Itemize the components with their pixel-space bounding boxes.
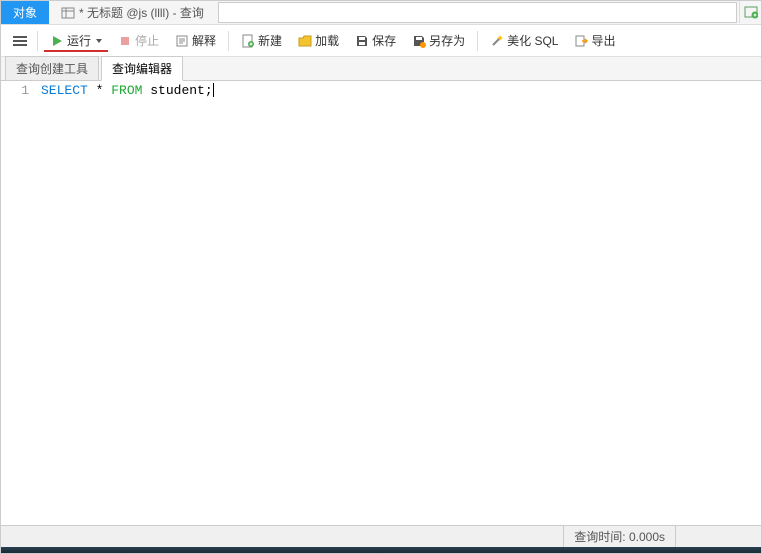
keyword-from: FROM <box>111 83 142 98</box>
new-button[interactable]: 新建 <box>235 29 288 52</box>
new-label: 新建 <box>258 32 282 49</box>
beautify-button[interactable]: 美化 SQL <box>484 29 564 52</box>
keyword-select: SELECT <box>41 83 88 98</box>
stop-label: 停止 <box>135 32 159 49</box>
search-area[interactable] <box>218 2 737 23</box>
text-cursor <box>213 83 214 97</box>
load-label: 加载 <box>315 32 339 49</box>
chevron-down-icon <box>96 39 102 43</box>
explain-icon <box>175 34 189 48</box>
tab-objects-label: 对象 <box>13 4 37 21</box>
code-area[interactable]: SELECT * FROM student; <box>37 81 761 525</box>
export-label: 导出 <box>591 32 615 49</box>
code-star: * <box>88 83 111 98</box>
tab-query-builder-label: 查询创建工具 <box>16 62 88 76</box>
status-query-time: 查询时间: 0.000s <box>563 526 675 547</box>
save-as-label: 另存为 <box>429 32 465 49</box>
window-frame-bottom <box>1 547 761 553</box>
separator <box>477 31 478 51</box>
tab-query-builder[interactable]: 查询创建工具 <box>5 56 99 80</box>
play-icon <box>50 34 64 48</box>
export-icon <box>574 34 588 48</box>
load-button[interactable]: 加载 <box>292 29 345 52</box>
run-button[interactable]: 运行 <box>44 29 108 52</box>
toolbar: 运行 停止 解释 新建 加载 保存 另存为 <box>1 25 761 57</box>
save-button[interactable]: 保存 <box>349 29 402 52</box>
status-query-time-label: 查询时间: 0.000s <box>574 528 665 545</box>
explain-button[interactable]: 解释 <box>169 29 222 52</box>
stop-button[interactable]: 停止 <box>112 29 165 52</box>
separator <box>228 31 229 51</box>
export-button[interactable]: 导出 <box>568 29 621 52</box>
tab-query-label: * 无标题 @js (llll) - 查询 <box>79 4 204 21</box>
menu-button[interactable] <box>9 32 31 50</box>
code-rest: student; <box>142 83 212 98</box>
new-icon <box>241 34 255 48</box>
tab-query-editor-label: 查询编辑器 <box>112 62 172 76</box>
line-gutter: 1 <box>1 81 37 525</box>
sql-editor[interactable]: 1 SELECT * FROM student; <box>1 81 761 525</box>
status-empty <box>675 526 755 547</box>
add-tab-button[interactable] <box>739 1 761 23</box>
wand-icon <box>490 34 504 48</box>
separator <box>37 31 38 51</box>
status-bar: 查询时间: 0.000s <box>1 525 761 547</box>
beautify-label: 美化 SQL <box>507 32 558 49</box>
save-icon <box>355 34 369 48</box>
folder-icon <box>298 34 312 48</box>
sub-tabs: 查询创建工具 查询编辑器 <box>1 57 761 81</box>
tab-query[interactable]: * 无标题 @js (llll) - 查询 <box>49 1 216 24</box>
run-label: 运行 <box>67 32 91 49</box>
tab-objects[interactable]: 对象 <box>1 1 49 24</box>
line-number: 1 <box>1 83 29 98</box>
stop-icon <box>118 34 132 48</box>
save-label: 保存 <box>372 32 396 49</box>
tab-bar: 对象 * 无标题 @js (llll) - 查询 <box>1 1 761 25</box>
save-as-button[interactable]: 另存为 <box>406 29 471 52</box>
save-as-icon <box>412 34 426 48</box>
tab-query-editor[interactable]: 查询编辑器 <box>101 56 183 81</box>
explain-label: 解释 <box>192 32 216 49</box>
query-icon <box>61 6 75 20</box>
